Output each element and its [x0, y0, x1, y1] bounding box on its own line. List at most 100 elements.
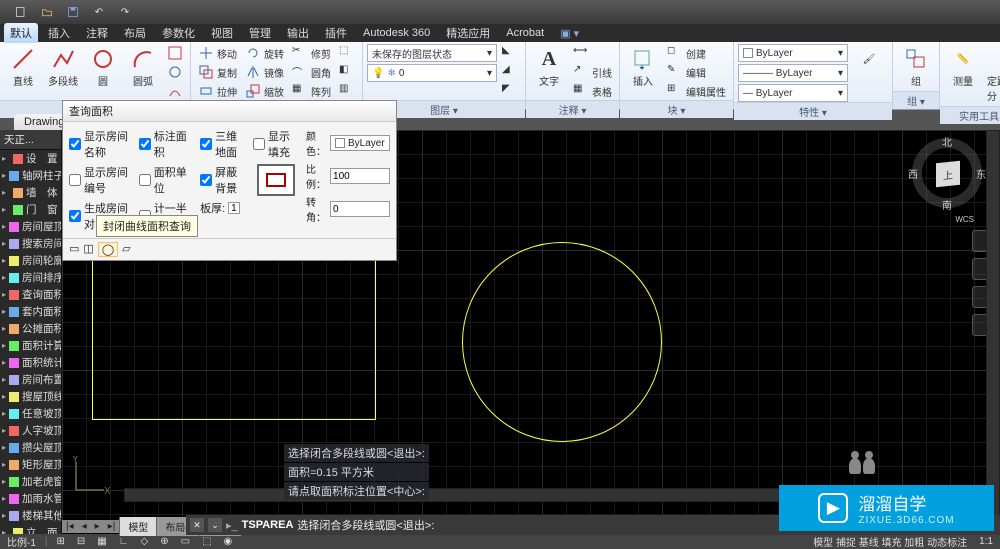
view-cube[interactable]: 上 北 南 西 东 WCS [912, 138, 982, 208]
scale-button[interactable]: 缩放 [242, 82, 287, 100]
status-toggle-icon[interactable]: ⊞ [54, 536, 68, 547]
insert-button[interactable]: 插入 [624, 44, 662, 91]
menu-item[interactable]: 视图 [205, 23, 239, 43]
palette-item[interactable]: ▸矩形屋顶 [0, 456, 61, 473]
palette-item[interactable]: ▸设 置 [0, 150, 61, 167]
menu-item[interactable]: Acrobat [500, 25, 550, 41]
chk-3d-floor[interactable]: 三维地面 [200, 128, 245, 160]
palette-item[interactable]: ▸房间轮廓 [0, 252, 61, 269]
move-button[interactable]: 移动 [195, 44, 240, 62]
angle-input[interactable] [330, 201, 390, 217]
cmd-opts-icon[interactable]: ⌄ [208, 518, 222, 532]
mod-tool-icon[interactable]: ⬚ [336, 44, 358, 62]
status-toggle-icon[interactable]: ⊕ [157, 536, 171, 547]
tab-nav-last-icon[interactable]: ▸| [104, 520, 120, 533]
menu-item[interactable]: 默认 [4, 23, 38, 43]
linetype-select[interactable]: ——— ByLayer▾ [738, 64, 848, 82]
scale-label[interactable]: 比例-1 [4, 534, 39, 549]
mirror-button[interactable]: 镜像 [242, 63, 287, 81]
text-button[interactable]: A文字 [530, 44, 568, 91]
status-toggle-icon[interactable]: ▭ [178, 536, 193, 547]
zoom-ratio[interactable]: 1:1 [976, 536, 996, 547]
palette-item[interactable]: ▸面积计算 [0, 337, 61, 354]
draw-tool-icon[interactable] [164, 63, 186, 81]
status-anno[interactable]: 模型 捕捉 基线 填充 加粗 动态标注 [810, 534, 970, 549]
menu-item[interactable]: 注释 [80, 23, 114, 43]
palette-item[interactable]: ▸套内面积 [0, 303, 61, 320]
tab-nav-next-icon[interactable]: ▸ [91, 520, 104, 533]
menu-item[interactable]: 布局 [118, 23, 152, 43]
lineweight-select[interactable]: — ByLayer▾ [738, 84, 848, 102]
dlg-tool-icon[interactable]: ◯ [98, 242, 118, 257]
status-toggle-icon[interactable]: ∟ [116, 536, 132, 547]
match-prop-button[interactable]: 🖌 [850, 44, 888, 74]
palette-item[interactable]: ▸门 窗 [0, 201, 61, 218]
leader-button[interactable]: ↗引线 [570, 63, 615, 81]
status-toggle-icon[interactable]: ⬚ [199, 536, 214, 547]
layer-tool-icon[interactable]: ◢ [499, 63, 521, 81]
dlg-tool-icon[interactable]: ▭ [69, 242, 79, 257]
cmd-close-icon[interactable]: ✕ [190, 518, 204, 532]
menu-more-icon[interactable]: ▣ ▾ [554, 25, 585, 42]
measure-button[interactable]: 📏测量 [944, 44, 982, 91]
palette-item[interactable]: ▸立 面 [0, 524, 61, 534]
menu-item[interactable]: 插入 [42, 23, 76, 43]
tab-nav-prev-icon[interactable]: ◂ [78, 520, 91, 533]
draw-tool-icon[interactable] [164, 44, 186, 62]
palette-item[interactable]: ▸面积统计 [0, 354, 61, 371]
palette-item[interactable]: ▸加雨水管 [0, 490, 61, 507]
stretch-button[interactable]: 拉伸 [195, 82, 240, 100]
ratio-input[interactable] [330, 168, 390, 184]
palette-item[interactable]: ▸攒尖屋顶 [0, 439, 61, 456]
qat-open-icon[interactable] [36, 2, 58, 22]
chk-show-fill[interactable]: 显示填充 [253, 128, 298, 160]
status-toggle-icon[interactable]: ◉ [221, 536, 236, 547]
array-button[interactable]: ▦阵列 [289, 82, 334, 100]
palette-item[interactable]: ▸任意坡顶 [0, 405, 61, 422]
menu-item[interactable]: 参数化 [156, 23, 201, 43]
layer-tool-icon[interactable]: ◣ [499, 44, 521, 62]
chk-label-area[interactable]: 标注面积 [139, 128, 192, 160]
palette-item[interactable]: ▸加老虎窗 [0, 473, 61, 490]
tab-nav-first-icon[interactable]: |◂ [62, 520, 78, 533]
model-tab[interactable]: 模型 [119, 517, 156, 536]
table-button[interactable]: ▦表格 [570, 82, 615, 100]
palette-item[interactable]: ▸公摊面积 [0, 320, 61, 337]
fillet-button[interactable]: ⌒圆角 [289, 63, 334, 81]
status-toggle-icon[interactable]: ▦ [94, 536, 109, 547]
palette-item[interactable]: ▸房间排序 [0, 269, 61, 286]
palette-item[interactable]: ▸搜索房间 [0, 235, 61, 252]
block-edit-button[interactable]: ✎编辑 [664, 63, 729, 81]
group-button[interactable]: 组 [897, 44, 935, 91]
trim-button[interactable]: ✂修剪 [289, 44, 334, 62]
color-select[interactable]: ByLayer▾ [738, 44, 848, 62]
menu-item[interactable]: Autodesk 360 [357, 25, 436, 41]
copy-button[interactable]: 复制 [195, 63, 240, 81]
palette-item[interactable]: ▸房间布置 [0, 371, 61, 388]
chk-area-unit[interactable]: 面积单位 [139, 164, 192, 196]
layer-state-select[interactable]: 未保存的图层状态▾ [367, 44, 497, 62]
polyline-button[interactable]: 多段线 [44, 44, 82, 91]
chk-hide-bg[interactable]: 屏蔽背景 [200, 164, 245, 196]
rotate-button[interactable]: 旋转 [242, 44, 287, 62]
menu-item[interactable]: 输出 [281, 23, 315, 43]
palette-item[interactable]: ▸查询面积 [0, 286, 61, 303]
layer-tool-icon[interactable]: ◤ [499, 82, 521, 100]
chk-show-num[interactable]: 显示房间编号 [69, 164, 131, 196]
layer-select[interactable]: 💡❄0▾ [367, 64, 497, 82]
qat-new-icon[interactable] [10, 2, 32, 22]
dlg-color-select[interactable]: ByLayer [330, 135, 390, 151]
circle-button[interactable]: 圆 [84, 44, 122, 91]
mod-tool-icon[interactable]: ◧ [336, 63, 358, 81]
palette-item[interactable]: ▸轴网柱子 [0, 167, 61, 184]
rectangle-shape[interactable] [92, 250, 376, 420]
menu-item[interactable]: 管理 [243, 23, 277, 43]
circle-shape[interactable] [462, 242, 662, 442]
line-button[interactable]: 直线 [4, 44, 42, 91]
arc-button[interactable]: 圆弧 [124, 44, 162, 91]
block-create-button[interactable]: ◻创建 [664, 44, 729, 62]
palette-item[interactable]: ▸人字坡顶 [0, 422, 61, 439]
qat-save-icon[interactable] [62, 2, 84, 22]
chk-show-name[interactable]: 显示房间名称 [69, 128, 131, 160]
menu-item[interactable]: 插件 [319, 23, 353, 43]
